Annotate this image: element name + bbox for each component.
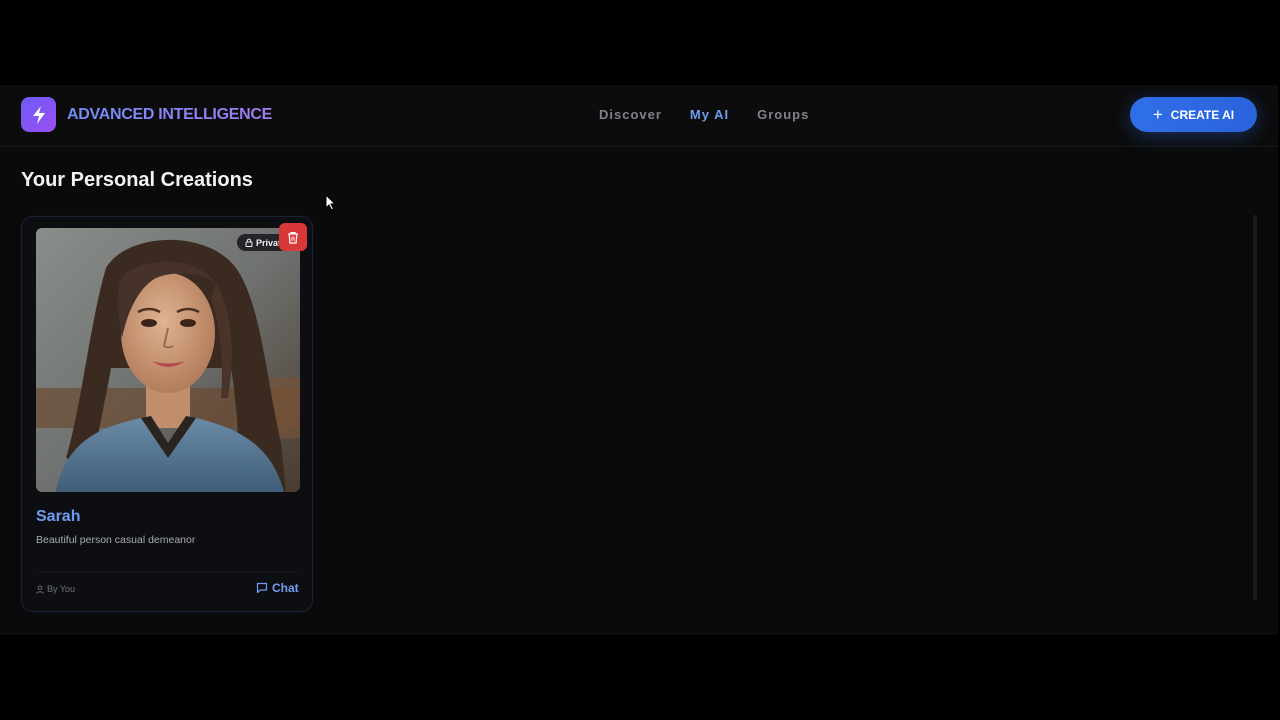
user-icon [36, 584, 44, 594]
vertical-scrollbar[interactable] [1253, 215, 1257, 600]
mouse-cursor-icon [325, 194, 336, 211]
trash-icon [288, 231, 298, 244]
ai-character-card[interactable]: Private Sarah Beautiful person casual de… [21, 216, 313, 612]
chat-button[interactable]: Chat [256, 581, 299, 595]
brand[interactable]: ADVANCED INTELLIGENCE [21, 97, 272, 132]
chat-label: Chat [272, 581, 299, 595]
page-title: Your Personal Creations [21, 169, 253, 191]
author-info: By You [36, 584, 75, 594]
character-description: Beautiful person casual demeanor [36, 534, 196, 546]
delete-button[interactable] [279, 223, 307, 251]
app-window: ADVANCED INTELLIGENCE Discover My AI Gro… [0, 85, 1278, 635]
character-name[interactable]: Sarah [36, 508, 80, 526]
chat-bubble-icon [256, 582, 268, 594]
main-nav: Discover My AI Groups [599, 107, 837, 122]
lightning-bolt-icon [21, 97, 56, 132]
create-ai-button[interactable]: + CREATE AI [1130, 97, 1257, 132]
plus-icon: + [1152, 105, 1163, 124]
author-label: By You [47, 584, 76, 594]
nav-my-ai[interactable]: My AI [690, 107, 729, 122]
card-divider [36, 571, 300, 572]
lock-icon [245, 238, 253, 247]
character-portrait[interactable] [36, 228, 300, 492]
brand-name: ADVANCED INTELLIGENCE [67, 105, 272, 123]
nav-discover[interactable]: Discover [599, 107, 662, 122]
nav-groups[interactable]: Groups [757, 107, 809, 122]
create-ai-label: CREATE AI [1170, 107, 1235, 122]
top-navigation-bar: ADVANCED INTELLIGENCE Discover My AI Gro… [0, 85, 1278, 147]
